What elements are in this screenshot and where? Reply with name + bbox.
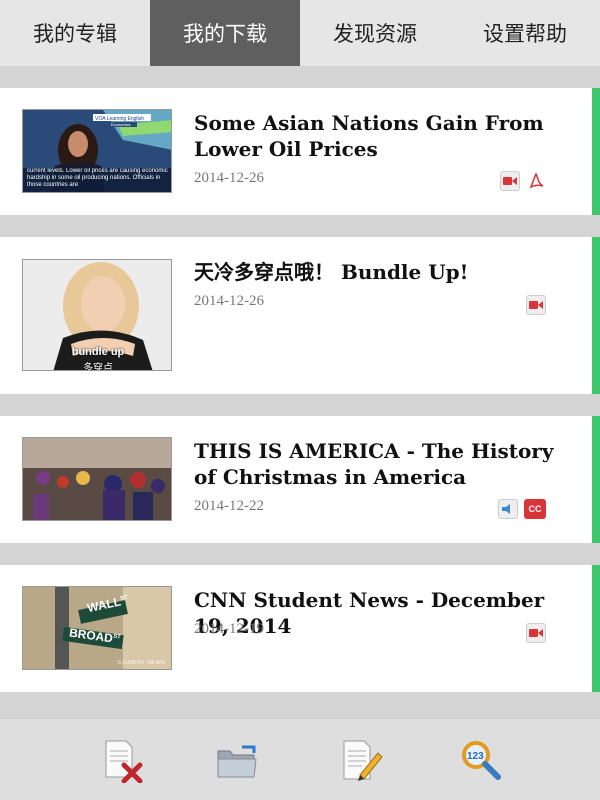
list-item[interactable]: THIS IS AMERICA - The History of Christm… [0, 416, 600, 543]
video-icon[interactable] [526, 295, 546, 315]
tab-discover[interactable]: 发现资源 [300, 0, 450, 66]
thumb-watermark: STUDENT NEWS [117, 660, 165, 666]
cc-icon[interactable]: CC [524, 499, 546, 519]
item-date: 2014-12-22 [194, 498, 264, 514]
thumbnail [22, 437, 172, 521]
item-date: 2014-12-19 [194, 621, 264, 637]
bottom-toolbar: 123 [0, 718, 600, 800]
item-date: 2014-12-26 [194, 293, 264, 309]
item-date: 2014-12-26 [194, 170, 264, 186]
thumb-caption-zh: 多穿点 [83, 363, 113, 371]
pdf-icon[interactable] [526, 171, 546, 191]
tab-my-albums[interactable]: 我的专辑 [0, 0, 150, 66]
thumb-caption-en: bundle up [71, 346, 125, 358]
item-title: 天冷多穿点哦！ Bundle Up! [194, 260, 469, 284]
video-icon[interactable] [500, 171, 520, 191]
divider [0, 543, 600, 565]
tab-my-downloads[interactable]: 我的下载 [150, 0, 300, 66]
divider [0, 692, 600, 718]
edit-doc-icon[interactable] [338, 737, 384, 783]
video-icon[interactable] [526, 623, 546, 643]
tab-settings-help[interactable]: 设置帮助 [450, 0, 600, 66]
search-icon[interactable]: 123 [458, 737, 504, 783]
item-title: THIS IS AMERICA - The History of Christm… [194, 439, 554, 489]
delete-doc-icon[interactable] [98, 737, 144, 784]
list-item[interactable]: WALLST BROADST STUDENT NEWS CNN Student … [0, 565, 600, 692]
thumb-caption: current levels. Lower oil prices are cau… [27, 168, 168, 188]
folder-icon[interactable] [214, 737, 260, 783]
thumbnail: bundle up 多穿点 [22, 259, 172, 371]
parade-image [23, 438, 171, 520]
audio-icon[interactable] [498, 499, 518, 519]
list-item[interactable]: VOA Learning English Economics current l… [0, 88, 600, 215]
thumbnail: VOA Learning English Economics current l… [22, 109, 172, 193]
svg-text:123: 123 [467, 751, 484, 762]
divider [0, 394, 600, 416]
tab-bar: 我的专辑 我的下载 发现资源 设置帮助 [0, 0, 600, 66]
thumb-sub: Economics [111, 122, 131, 127]
thumbnail: WALLST BROADST STUDENT NEWS [22, 586, 172, 670]
item-title: Some Asian Nations Gain From Lower Oil P… [194, 111, 544, 161]
divider [0, 215, 600, 237]
list-item[interactable]: bundle up 多穿点 天冷多穿点哦！ Bundle Up! 2014-12… [0, 237, 600, 394]
divider [0, 66, 600, 88]
